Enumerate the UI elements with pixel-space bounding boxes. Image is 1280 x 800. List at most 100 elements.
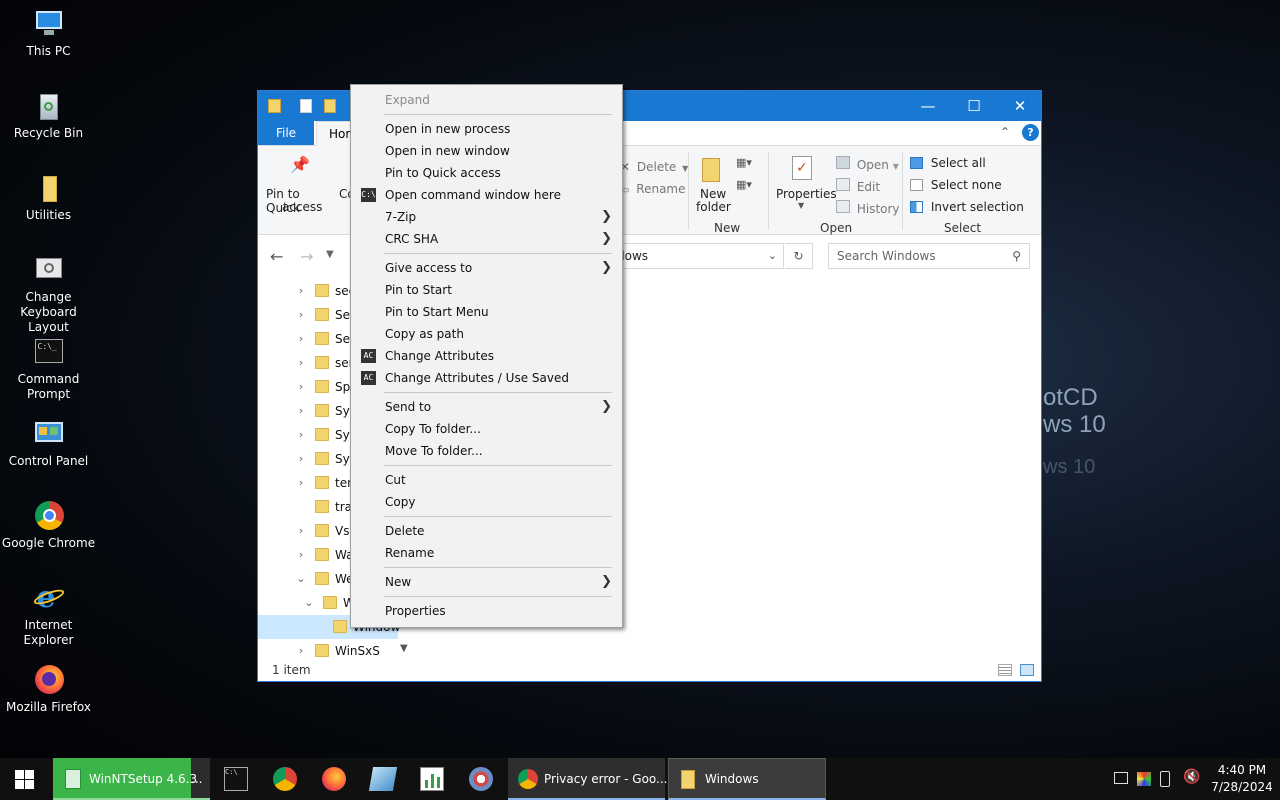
back-button[interactable]: ← xyxy=(270,247,283,266)
menu-separator xyxy=(384,516,612,517)
easy-access-icon[interactable]: ▦▾ xyxy=(736,178,758,192)
chevron-right-icon: ❯ xyxy=(601,399,612,414)
delete-button[interactable]: ✕ Delete ▼ xyxy=(620,160,688,176)
large-icons-view-icon[interactable] xyxy=(1020,664,1034,676)
close-button[interactable]: ✕ xyxy=(997,91,1043,121)
menu-item-change-attributes[interactable]: AC Change Attributes xyxy=(351,345,622,367)
taskbar-privacy-error[interactable]: Privacy error - Goo... xyxy=(508,758,668,800)
maximize-button[interactable]: ☐ xyxy=(951,91,997,121)
desktop-icon-this-pc[interactable]: This PC xyxy=(0,8,97,59)
minimize-button[interactable]: — xyxy=(905,91,951,121)
folder-icon xyxy=(315,308,329,321)
menu-item-pin-to-quick-access[interactable]: Pin to Quick access xyxy=(351,162,622,184)
menu-item-copy-to-folder[interactable]: Copy To folder... xyxy=(351,418,622,440)
chevron-right-icon[interactable]: › xyxy=(296,519,306,543)
taskbar-firefox[interactable] xyxy=(311,758,357,800)
chevron-right-icon[interactable]: › xyxy=(296,639,306,663)
desktop-icon-recycle-bin[interactable]: Recycle Bin xyxy=(0,90,97,141)
menu-item-crc-sha[interactable]: CRC SHA ❯ xyxy=(351,228,622,250)
menu-item-move-to-folder[interactable]: Move To folder... xyxy=(351,440,622,462)
desktop-icon-control-panel[interactable]: Control Panel xyxy=(0,418,97,469)
help-icon[interactable]: ? xyxy=(1022,124,1039,141)
menu-item-copy[interactable]: Copy xyxy=(351,491,622,513)
clock[interactable]: 4:40 PM 7/28/2024 xyxy=(1208,762,1276,796)
menu-item-expand[interactable]: Expand xyxy=(351,89,622,111)
menu-item-delete[interactable]: Delete xyxy=(351,520,622,542)
start-button[interactable] xyxy=(0,758,50,800)
properties-quick-icon[interactable] xyxy=(300,99,312,113)
chevron-right-icon[interactable]: › xyxy=(296,351,306,375)
invert-selection-button[interactable]: Invert selection xyxy=(910,200,1024,216)
folder-icon xyxy=(315,644,329,657)
network-icon[interactable] xyxy=(1114,772,1128,784)
desktop-icon-mozilla-firefox[interactable]: Mozilla Firefox xyxy=(0,664,97,715)
taskbar-winntsetup[interactable]: WinNTSetup 4.6.3 ... xyxy=(53,758,210,800)
desktop-icon-internet-explorer[interactable]: e Internet Explorer xyxy=(0,582,97,648)
taskbar-windows-explorer[interactable]: Windows xyxy=(668,758,826,800)
new-item-icon[interactable]: ▦▾ xyxy=(736,156,758,170)
recent-locations-button[interactable]: ▼ xyxy=(326,249,334,260)
taskbar-app-2[interactable] xyxy=(409,758,455,800)
search-input[interactable]: Search Windows ⚲ xyxy=(828,243,1030,269)
rename-button[interactable]: ▭ Rename xyxy=(620,182,686,198)
taskbar-app-3[interactable] xyxy=(458,758,504,800)
taskbar-chrome[interactable] xyxy=(262,758,308,800)
menu-item-pin-to-start-menu[interactable]: Pin to Start Menu xyxy=(351,301,622,323)
select-none-button[interactable]: Select none xyxy=(910,178,1002,194)
chevron-right-icon[interactable]: › xyxy=(296,423,306,447)
refresh-button[interactable]: ↻ xyxy=(785,243,813,269)
menu-item-properties[interactable]: Properties xyxy=(351,600,622,622)
desktop-icon-label: Google Chrome xyxy=(1,536,96,550)
chevron-down-icon[interactable]: ⌄ xyxy=(768,244,777,268)
edit-button[interactable]: Edit xyxy=(836,178,880,194)
chevron-right-icon[interactable]: › xyxy=(296,399,306,423)
tree-item[interactable]: › WinSxS xyxy=(258,639,408,663)
menu-item-give-access-to[interactable]: Give access to ❯ xyxy=(351,257,622,279)
chevron-right-icon[interactable]: › xyxy=(296,327,306,351)
menu-item-open-in-new-window[interactable]: Open in new window xyxy=(351,140,622,162)
taskbar-app-1[interactable] xyxy=(360,758,406,800)
desktop-icon-utilities[interactable]: Utilities xyxy=(0,172,97,223)
volume-muted-icon[interactable]: 🔇 xyxy=(1183,769,1200,785)
menu-item-change-attributes-use-saved[interactable]: AC Change Attributes / Use Saved xyxy=(351,367,622,389)
details-view-icon[interactable] xyxy=(998,664,1012,676)
menu-item-pin-to-start[interactable]: Pin to Start xyxy=(351,279,622,301)
pin-button[interactable]: 📌 Pin to Quick access xyxy=(262,154,334,216)
chevron-right-icon[interactable]: › xyxy=(296,447,306,471)
forward-button[interactable]: → xyxy=(300,247,313,266)
chevron-right-icon[interactable]: › xyxy=(296,543,306,567)
scroll-down-icon[interactable]: ▼ xyxy=(400,643,408,654)
menu-item-copy-as-path[interactable]: Copy as path xyxy=(351,323,622,345)
menu-item-rename[interactable]: Rename xyxy=(351,542,622,564)
recycle-bin-icon xyxy=(33,90,65,122)
desktop-icon-change-keyboard-layout[interactable]: Change Keyboard Layout xyxy=(0,254,97,335)
chevron-down-icon[interactable]: ⌄ xyxy=(296,567,306,591)
taskbar-command-prompt[interactable]: C:\ xyxy=(213,758,259,800)
menu-item-open-in-new-process[interactable]: Open in new process xyxy=(351,118,622,140)
chevron-up-icon[interactable]: ⌃ xyxy=(1000,125,1010,139)
select-all-icon xyxy=(910,157,923,169)
new-folder-button[interactable]: New folder xyxy=(694,154,731,216)
display-icon[interactable] xyxy=(1137,772,1151,786)
tab-file[interactable]: File xyxy=(258,121,314,145)
menu-item-new[interactable]: New ❯ xyxy=(351,571,622,593)
desktop-icon-command-prompt[interactable]: C:\_ Command Prompt xyxy=(0,336,97,402)
address-bar[interactable]: dows ⌄ xyxy=(608,243,784,269)
open-button[interactable]: Open ▼ xyxy=(836,156,899,172)
properties-icon: ✓ xyxy=(792,156,812,180)
chevron-right-icon[interactable]: › xyxy=(296,279,306,303)
chevron-right-icon[interactable]: › xyxy=(296,471,306,495)
menu-item-open-command-window[interactable]: C:\ Open command window here xyxy=(351,184,622,206)
properties-button[interactable]: ✓ Properties ▼ xyxy=(774,154,837,216)
chevron-right-icon[interactable]: › xyxy=(296,375,306,399)
new-folder-quick-icon[interactable] xyxy=(324,99,336,113)
history-button[interactable]: History xyxy=(836,200,900,216)
desktop-icon-google-chrome[interactable]: Google Chrome xyxy=(0,500,97,551)
app-tray-icon[interactable] xyxy=(1160,771,1170,787)
select-all-button[interactable]: Select all xyxy=(910,156,986,172)
menu-item-cut[interactable]: Cut xyxy=(351,469,622,491)
chevron-down-icon[interactable]: ⌄ xyxy=(304,591,314,615)
menu-item-7zip[interactable]: 7-Zip ❯ xyxy=(351,206,622,228)
chevron-right-icon[interactable]: › xyxy=(296,303,306,327)
menu-item-send-to[interactable]: Send to ❯ xyxy=(351,396,622,418)
